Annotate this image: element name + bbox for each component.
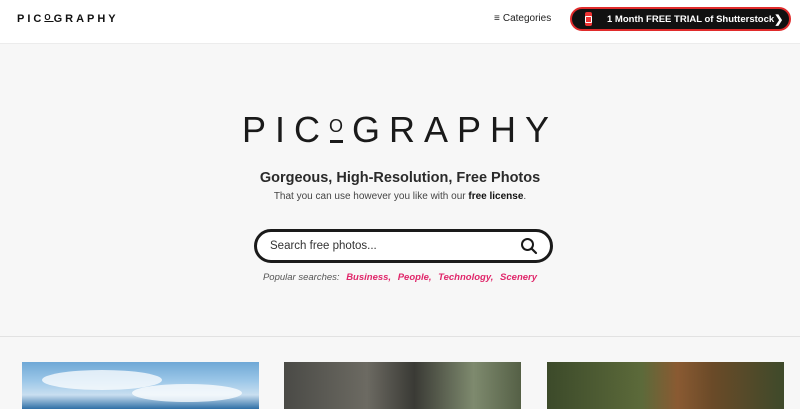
site-header: PICOGRAPHY ≡ Categories 1 Month FREE TRIA… xyxy=(0,0,800,44)
popular-label: Popular searches: xyxy=(262,272,340,283)
hero-subline: That you can use however you like with o… xyxy=(0,191,800,202)
site-logo[interactable]: PICOGRAPHY xyxy=(17,13,119,25)
hamburger-icon: ≡ xyxy=(494,13,500,24)
trial-label: 1 Month FREE TRIAL of Shutterstock xyxy=(607,13,775,25)
popular-tag-business[interactable]: Business, xyxy=(346,272,391,283)
site-logo-text: PIC xyxy=(17,13,45,25)
search-icon[interactable] xyxy=(520,237,538,255)
hero-logo-post: GRAPHY xyxy=(351,109,559,150)
hero-logo-pre: PIC xyxy=(241,109,329,150)
hero-logo-o: O xyxy=(328,116,352,143)
shutterstock-trial-button[interactable]: 1 Month FREE TRIAL of Shutterstock ❯ xyxy=(570,7,791,31)
photo-thumbnail-sky[interactable] xyxy=(22,362,259,409)
popular-tag-people[interactable]: People, xyxy=(398,272,432,283)
popular-searches: Popular searches: Business, People, Tech… xyxy=(0,272,800,283)
search-bar xyxy=(254,229,553,263)
hero-logo: PICOGRAPHY xyxy=(0,109,800,151)
search-input[interactable] xyxy=(257,240,520,252)
chevron-right-icon: ❯ xyxy=(774,13,784,26)
free-license-link[interactable]: free license xyxy=(468,191,523,202)
site-logo-text-rest: GRAPHY xyxy=(53,13,119,25)
hero-section: PICOGRAPHY Gorgeous, High-Resolution, Fr… xyxy=(0,45,800,337)
subline-suffix: . xyxy=(523,191,527,202)
popular-tag-scenery[interactable]: Scenery xyxy=(500,272,537,283)
photo-thumbnail-hawk[interactable] xyxy=(547,362,784,409)
popular-tag-technology[interactable]: Technology, xyxy=(438,272,493,283)
categories-menu[interactable]: ≡ Categories xyxy=(494,13,551,24)
hero-tagline: Gorgeous, High-Resolution, Free Photos xyxy=(259,170,541,186)
categories-label: Categories xyxy=(502,13,552,24)
subline-text: That you can use however you like with o… xyxy=(273,191,469,202)
site-logo-o: O xyxy=(44,13,54,22)
photo-thumbnail-woman[interactable] xyxy=(284,362,521,409)
shutterstock-logo-icon xyxy=(585,12,592,26)
